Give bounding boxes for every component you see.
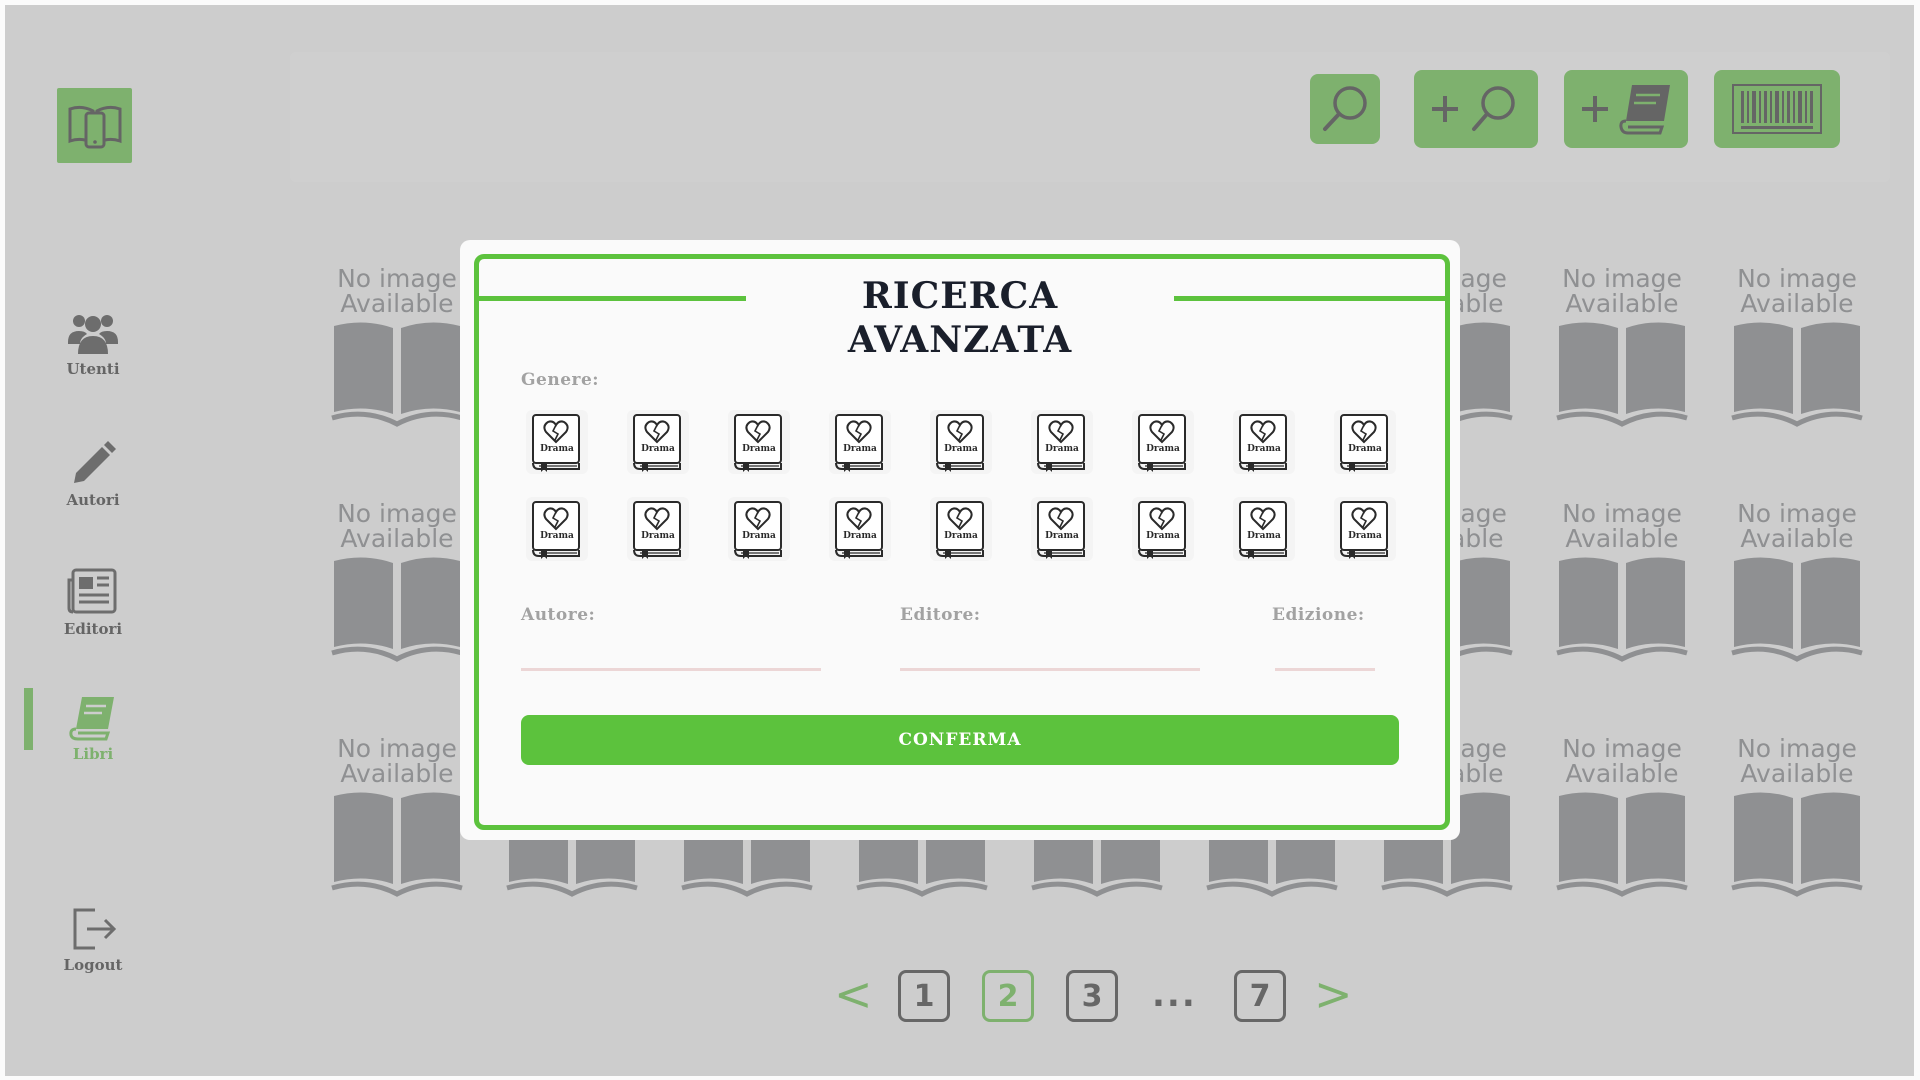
publisher-label: Editore:: [900, 605, 981, 625]
genre-label: Drama: [540, 444, 574, 454]
drama-book-icon: [633, 414, 681, 472]
genre-option-drama[interactable]: Drama: [1334, 410, 1396, 474]
genre-option-drama[interactable]: Drama: [1334, 497, 1396, 561]
genre-label: Drama: [1247, 444, 1281, 454]
genre-option-drama[interactable]: Drama: [930, 497, 992, 561]
drama-book-icon: [633, 501, 681, 559]
drama-book-icon: [1340, 501, 1388, 559]
author-label: Autore:: [521, 605, 596, 625]
drama-book-icon: [734, 414, 782, 472]
genre-label: Drama: [1045, 444, 1079, 454]
advanced-search-modal: RICERCA AVANZATA Genere: Drama Drama Drama…: [460, 240, 1460, 840]
drama-book-icon: [936, 501, 984, 559]
publisher-input[interactable]: [900, 637, 1200, 671]
genre-label: Drama: [1146, 531, 1180, 541]
genre-option-drama[interactable]: Drama: [1031, 410, 1093, 474]
genre-option-drama[interactable]: Drama: [1132, 410, 1194, 474]
genre-option-drama[interactable]: Drama: [829, 410, 891, 474]
author-input[interactable]: [521, 637, 821, 671]
drama-book-icon: [1340, 414, 1388, 472]
genre-label: Drama: [742, 531, 776, 541]
genre-label: Genere:: [521, 370, 600, 390]
genre-label: Drama: [742, 444, 776, 454]
drama-book-icon: [1239, 501, 1287, 559]
genre-option-drama[interactable]: Drama: [829, 497, 891, 561]
drama-book-icon: [532, 414, 580, 472]
genre-option-drama[interactable]: Drama: [1132, 497, 1194, 561]
genre-option-drama[interactable]: Drama: [627, 497, 689, 561]
genre-option-drama[interactable]: Drama: [1233, 497, 1295, 561]
genre-label: Drama: [540, 531, 574, 541]
drama-book-icon: [1138, 414, 1186, 472]
genre-label: Drama: [641, 531, 675, 541]
genre-label: Drama: [1348, 444, 1382, 454]
drama-book-icon: [532, 501, 580, 559]
genre-option-drama[interactable]: Drama: [1031, 497, 1093, 561]
genre-option-drama[interactable]: Drama: [728, 497, 790, 561]
genre-option-drama[interactable]: Drama: [930, 410, 992, 474]
genre-label: Drama: [843, 531, 877, 541]
modal-title: RICERCA AVANZATA: [746, 274, 1174, 361]
genre-label: Drama: [944, 531, 978, 541]
edition-label: Edizione:: [1272, 605, 1365, 625]
genre-label: Drama: [944, 444, 978, 454]
drama-book-icon: [1138, 501, 1186, 559]
genre-label: Drama: [1146, 444, 1180, 454]
drama-book-icon: [835, 501, 883, 559]
edition-input[interactable]: [1275, 637, 1375, 671]
drama-book-icon: [936, 414, 984, 472]
genre-option-drama[interactable]: Drama: [627, 410, 689, 474]
genre-label: Drama: [1247, 531, 1281, 541]
drama-book-icon: [734, 501, 782, 559]
genre-label: Drama: [641, 444, 675, 454]
genre-label: Drama: [1045, 531, 1079, 541]
drama-book-icon: [1037, 414, 1085, 472]
drama-book-icon: [835, 414, 883, 472]
drama-book-icon: [1037, 501, 1085, 559]
genre-option-drama[interactable]: Drama: [728, 410, 790, 474]
drama-book-icon: [1239, 414, 1287, 472]
genre-label: Drama: [1348, 531, 1382, 541]
genre-label: Drama: [843, 444, 877, 454]
genre-option-drama[interactable]: Drama: [526, 497, 588, 561]
genre-option-drama[interactable]: Drama: [526, 410, 588, 474]
genre-option-drama[interactable]: Drama: [1233, 410, 1295, 474]
confirm-button[interactable]: CONFERMA: [521, 715, 1399, 765]
